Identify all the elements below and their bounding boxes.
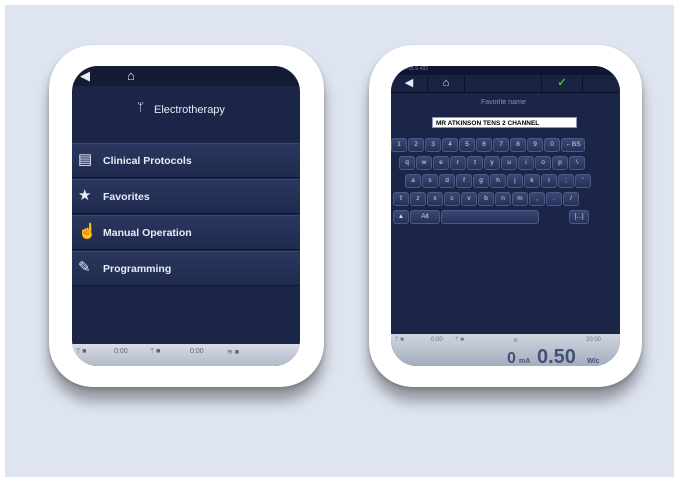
key[interactable]: s: [422, 174, 438, 188]
key[interactable]: 9: [527, 138, 543, 152]
current-unit: mA: [519, 358, 531, 365]
key[interactable]: g: [473, 174, 489, 188]
key[interactable]: 3: [425, 138, 441, 152]
key[interactable]: l: [541, 174, 557, 188]
channel-b-time: 0:00: [190, 348, 204, 355]
key[interactable]: ;: [558, 174, 574, 188]
key[interactable]: j: [507, 174, 523, 188]
channel-b-icon: ᛘ ■: [150, 348, 161, 355]
device-left: ◀ ⌂ ᛘ Electrotherapy ▤ Clinical Protocol…: [49, 45, 324, 387]
device-right: SOPULS 492 ◀ ⌂ ✓ Favorite name MR ATKINS…: [369, 45, 642, 387]
shift-up-icon[interactable]: ▲: [393, 210, 409, 224]
device-model: SOPULS 492: [398, 66, 429, 72]
edit-icon: ✎: [78, 259, 91, 276]
channel-status-bar: ᛘ ■ 0:00 ᛘ ■ 0:00 ≋ ■: [72, 344, 300, 366]
favorite-name-label: Favorite name: [481, 99, 526, 106]
key[interactable]: ': [575, 174, 591, 188]
home-icon[interactable]: ⌂: [127, 69, 135, 83]
page-title: Electrotherapy: [154, 104, 225, 116]
key[interactable]: a: [405, 174, 421, 188]
key[interactable]: \: [569, 156, 585, 170]
menu-label: Manual Operation: [103, 227, 192, 239]
key[interactable]: h: [490, 174, 506, 188]
shift-key[interactable]: ⇧: [393, 192, 409, 206]
key[interactable]: f: [456, 174, 472, 188]
screen-electrotherapy-menu: ◀ ⌂ ᛘ Electrotherapy ▤ Clinical Protocol…: [72, 66, 300, 366]
ultrasound-icon: ≋ ■: [227, 349, 240, 356]
key[interactable]: 7: [493, 138, 509, 152]
ultrasound-icon: ≋: [513, 338, 519, 344]
key[interactable]: 1: [391, 138, 407, 152]
key[interactable]: p: [552, 156, 568, 170]
hand-icon: ☝: [78, 223, 97, 240]
key[interactable]: e: [433, 156, 449, 170]
key[interactable]: n: [495, 192, 511, 206]
channel-b-time: 20:00: [586, 337, 602, 343]
power-unit: W/c: [587, 358, 600, 365]
channel-a-icon: ᛘ ■: [76, 348, 87, 355]
key[interactable]: k: [524, 174, 540, 188]
favorite-name-input[interactable]: MR ATKINSON TENS 2 CHANNEL: [432, 117, 577, 128]
space-key[interactable]: [441, 210, 539, 224]
key[interactable]: 6: [476, 138, 492, 152]
home-icon[interactable]: ⌂: [428, 75, 465, 92]
document-icon: ▤: [78, 151, 93, 168]
key[interactable]: ,: [529, 192, 545, 206]
backspace-key[interactable]: ←BS: [561, 138, 585, 152]
menu-item-favorites[interactable]: ★ Favorites: [72, 179, 300, 214]
confirm-check-icon[interactable]: ✓: [542, 75, 583, 92]
top-nav-bar: ◀ ⌂: [72, 66, 300, 86]
blank-button[interactable]: [465, 75, 542, 92]
key[interactable]: i: [518, 156, 534, 170]
menu-label: Favorites: [103, 191, 150, 203]
back-arrow-icon[interactable]: ◀: [391, 75, 428, 92]
key[interactable]: .: [546, 192, 562, 206]
screen-favorite-name-keyboard: SOPULS 492 ◀ ⌂ ✓ Favorite name MR ATKINS…: [391, 66, 620, 366]
key[interactable]: u: [501, 156, 517, 170]
menu-item-programming[interactable]: ✎ Programming: [72, 251, 300, 286]
channel-b-icon: ᛘ ■: [455, 337, 464, 343]
key[interactable]: m: [512, 192, 528, 206]
key[interactable]: x: [427, 192, 443, 206]
key[interactable]: y: [484, 156, 500, 170]
key[interactable]: w: [416, 156, 432, 170]
more-key[interactable]: [...]: [569, 210, 589, 224]
menu-label: Clinical Protocols: [103, 155, 192, 167]
menu-label: Programming: [103, 263, 172, 275]
key[interactable]: t: [467, 156, 483, 170]
power-value: 0.50: [537, 346, 576, 366]
key[interactable]: 4: [442, 138, 458, 152]
channel-a-time: 0:00: [431, 337, 443, 343]
menu-item-manual-operation[interactable]: ☝ Manual Operation: [72, 215, 300, 250]
key[interactable]: 8: [510, 138, 526, 152]
key[interactable]: r: [450, 156, 466, 170]
key[interactable]: d: [439, 174, 455, 188]
toolbar: ◀ ⌂ ✓: [391, 75, 620, 93]
current-value: 0: [507, 350, 516, 366]
alt-key[interactable]: Alt: [410, 210, 440, 224]
star-icon: ★: [78, 187, 92, 204]
key[interactable]: c: [444, 192, 460, 206]
key[interactable]: 5: [459, 138, 475, 152]
key[interactable]: z: [410, 192, 426, 206]
key[interactable]: b: [478, 192, 494, 206]
status-bar: SOPULS 492: [391, 66, 620, 81]
key[interactable]: /: [563, 192, 579, 206]
electrode-icon: ᛘ: [137, 100, 145, 114]
key[interactable]: 0: [544, 138, 560, 152]
key[interactable]: o: [535, 156, 551, 170]
key[interactable]: 2: [408, 138, 424, 152]
channel-status-bar: ᛘ ■ 0:00 ᛘ ■ ≋ 20:00 0 mA 0.50 W/c: [391, 334, 620, 366]
channel-a-time: 0:00: [114, 348, 128, 355]
menu-item-clinical-protocols[interactable]: ▤ Clinical Protocols: [72, 143, 300, 178]
channel-a-icon: ᛘ ■: [395, 337, 404, 343]
back-arrow-icon[interactable]: ◀: [80, 69, 90, 83]
key[interactable]: v: [461, 192, 477, 206]
key[interactable]: q: [399, 156, 415, 170]
